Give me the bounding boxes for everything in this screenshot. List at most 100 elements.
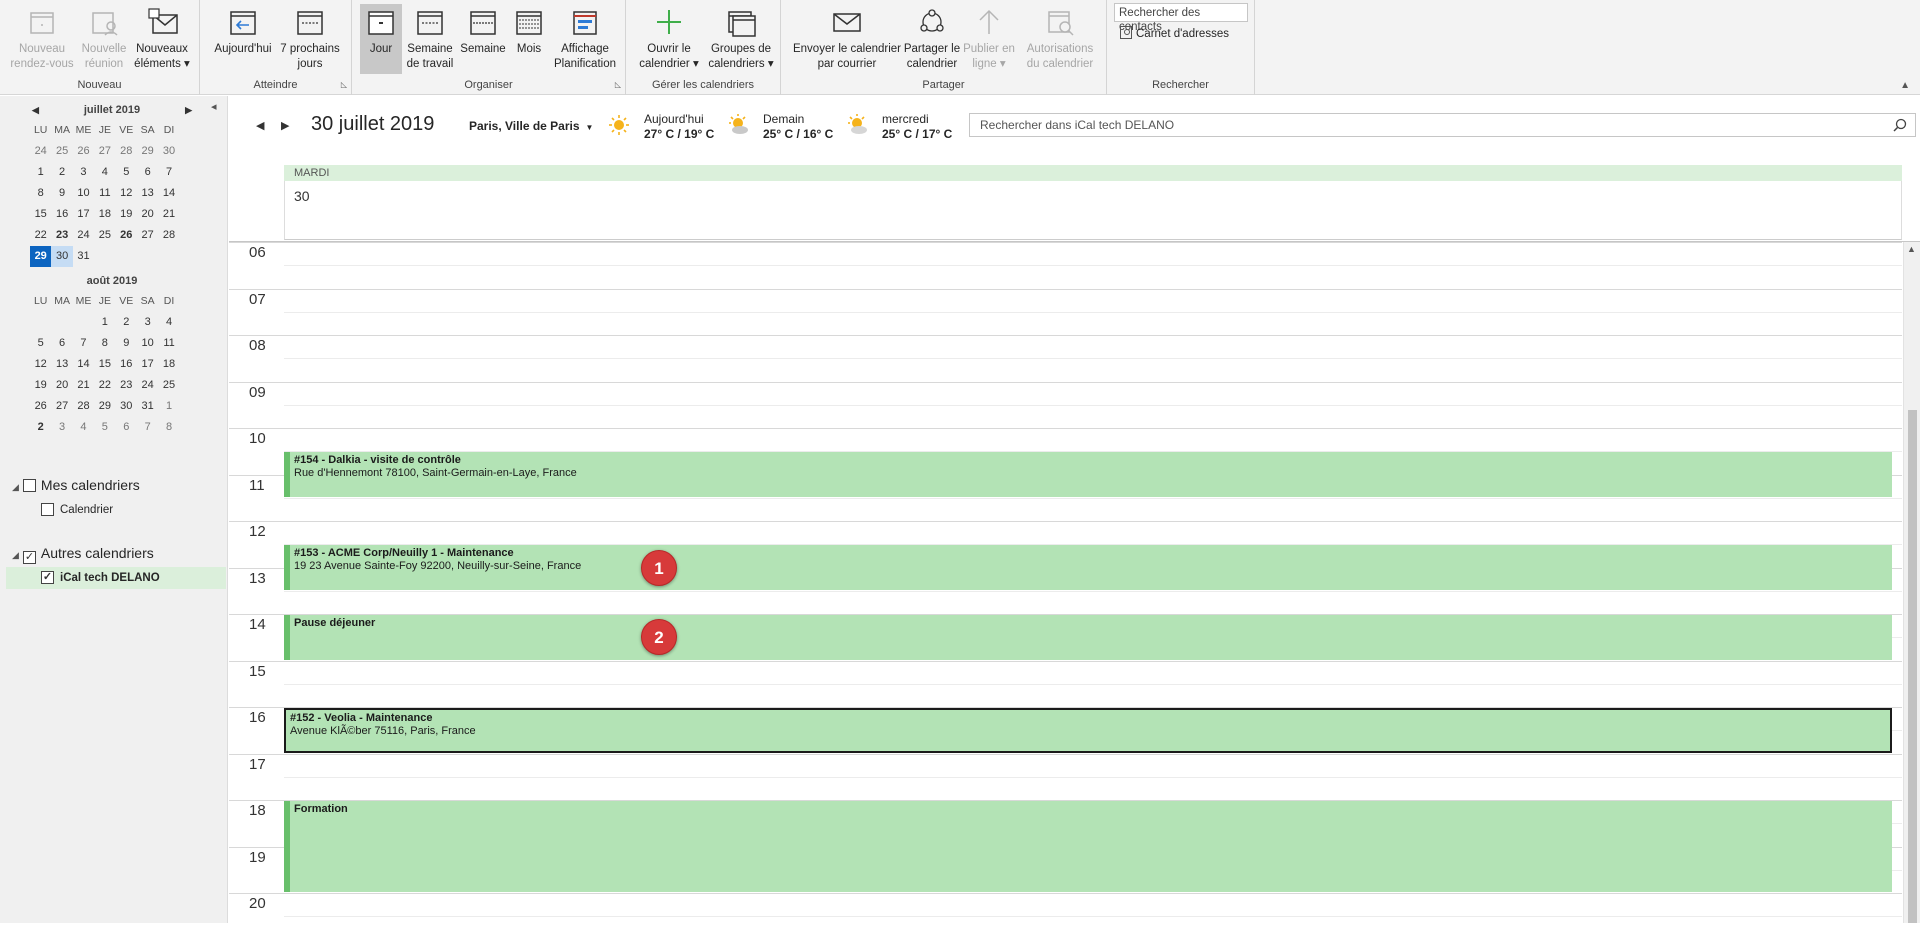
mini-calendar-day[interactable]: 8 xyxy=(30,183,51,204)
calendar-event[interactable]: #154 - Dalkia - visite de contrôle Rue d'… xyxy=(284,452,1892,497)
calendar-search-input[interactable]: Rechercher dans iCal tech DELANO xyxy=(969,113,1916,137)
mini-calendar-day[interactable]: 1 xyxy=(94,312,115,333)
group-launcher-icon[interactable]: ◺ xyxy=(615,80,621,89)
view-week-button[interactable]: Semaine xyxy=(458,4,508,74)
mini-calendar-day[interactable]: 20 xyxy=(51,375,72,396)
mini-calendar-day[interactable]: 27 xyxy=(137,225,158,246)
expand-triangle-icon[interactable]: ◢ xyxy=(12,550,19,560)
calendar-item-calendrier[interactable]: Calendrier xyxy=(6,499,226,521)
mini-calendar-day[interactable]: 23 xyxy=(51,225,72,246)
mini-calendar-day[interactable]: 22 xyxy=(94,375,115,396)
mini-calendar-day[interactable]: 27 xyxy=(51,396,72,417)
mini-calendar-day[interactable]: 11 xyxy=(94,183,115,204)
next-7-days-button[interactable]: 7 prochains jours xyxy=(276,4,344,74)
scroll-up-icon[interactable]: ▲ xyxy=(1907,244,1916,254)
mini-calendar-day[interactable]: 17 xyxy=(137,354,158,375)
mini-calendar-day[interactable]: 31 xyxy=(137,396,158,417)
mini-calendar-day[interactable]: 15 xyxy=(30,204,51,225)
mini-calendar-day[interactable]: 3 xyxy=(137,312,158,333)
mini-calendar-day[interactable]: 2 xyxy=(116,312,137,333)
mini-calendar-day[interactable]: 16 xyxy=(51,204,72,225)
mini-calendar-day[interactable]: 12 xyxy=(116,183,137,204)
mini-calendar-day[interactable]: 25 xyxy=(158,375,179,396)
mini-calendar-day[interactable]: 26 xyxy=(73,141,94,162)
mini-calendar-day[interactable]: 23 xyxy=(116,375,137,396)
next-day-icon[interactable]: ▶ xyxy=(281,119,289,132)
open-calendar-button[interactable]: Ouvrir le calendrier ▾ xyxy=(634,4,704,74)
search-icon[interactable] xyxy=(1893,118,1907,132)
mini-calendar-day[interactable]: 5 xyxy=(116,162,137,183)
other-calendars-section[interactable]: ◢ ✓ Autres calendriers xyxy=(12,545,154,564)
mini-calendar-day[interactable]: 18 xyxy=(158,354,179,375)
mini-calendar-day[interactable]: 21 xyxy=(158,204,179,225)
today-button[interactable]: Aujourd'hui xyxy=(210,4,276,74)
mini-calendar-day[interactable]: 7 xyxy=(73,333,94,354)
hour-row[interactable]: 09 xyxy=(229,381,1902,429)
hour-row[interactable]: 07 xyxy=(229,288,1902,336)
mini-calendar-day[interactable]: 28 xyxy=(116,141,137,162)
group-launcher-icon[interactable]: ◺ xyxy=(341,80,347,89)
mini-calendar-day[interactable]: 28 xyxy=(158,225,179,246)
mini-calendar-day[interactable]: 3 xyxy=(73,162,94,183)
mini-calendar-day[interactable]: 24 xyxy=(30,141,51,162)
mini-calendar-day[interactable]: 5 xyxy=(94,417,115,438)
mini-calendar-day[interactable]: 16 xyxy=(116,354,137,375)
mini-calendar-day[interactable]: 19 xyxy=(30,375,51,396)
new-items-button[interactable]: Nouveaux éléments ▾ xyxy=(132,4,192,74)
mini-calendar-day[interactable]: 2 xyxy=(30,417,51,438)
calendar-event[interactable]: Pause déjeuner xyxy=(284,615,1892,660)
mini-calendar-day[interactable]: 3 xyxy=(51,417,72,438)
view-work-week-button[interactable]: Semaine de travail xyxy=(402,4,458,74)
mini-calendar-day[interactable]: 9 xyxy=(116,333,137,354)
mini-calendar-day[interactable]: 9 xyxy=(51,183,72,204)
next-month-icon[interactable]: ▶ xyxy=(185,100,192,120)
mini-calendar-day[interactable]: 20 xyxy=(137,204,158,225)
prev-month-icon[interactable]: ◀ xyxy=(32,100,39,120)
mini-calendar-day[interactable]: 26 xyxy=(116,225,137,246)
checkbox-unchecked[interactable] xyxy=(22,479,36,492)
calendar-event[interactable]: Formation xyxy=(284,801,1892,892)
mini-calendar-day[interactable]: 24 xyxy=(73,225,94,246)
view-schedule-button[interactable]: Affichage Planification xyxy=(550,4,620,74)
mini-calendar-day[interactable]: 29 xyxy=(30,246,52,267)
checkbox-unchecked[interactable] xyxy=(41,503,54,516)
new-appointment-button[interactable]: Nouveau rendez-vous xyxy=(4,4,80,74)
mini-calendar-day[interactable]: 1 xyxy=(158,396,179,417)
my-calendars-section[interactable]: ◢ Mes calendriers xyxy=(12,477,140,493)
mini-calendar-day[interactable]: 22 xyxy=(30,225,51,246)
vertical-scrollbar[interactable]: ▲ xyxy=(1903,242,1920,923)
scroll-thumb[interactable] xyxy=(1908,410,1917,923)
mini-calendar-day[interactable]: 2 xyxy=(51,162,72,183)
calendar-event[interactable]: #152 - Veolia - Maintenance Avenue KlÃ©be… xyxy=(284,708,1892,753)
mini-calendar-day[interactable]: 15 xyxy=(94,354,115,375)
mini-calendar-day[interactable]: 29 xyxy=(94,396,115,417)
mini-calendar-day[interactable]: 10 xyxy=(73,183,94,204)
mini-calendar-day[interactable]: 12 xyxy=(30,354,51,375)
collapse-ribbon-icon[interactable]: ▲ xyxy=(1900,80,1910,91)
all-day-area[interactable]: 30 xyxy=(284,181,1902,240)
expand-triangle-icon[interactable]: ◢ xyxy=(12,482,19,492)
mini-calendar-day[interactable]: 4 xyxy=(94,162,115,183)
mini-calendar-day[interactable]: 7 xyxy=(158,162,179,183)
mini-calendar-day[interactable]: 6 xyxy=(51,333,72,354)
mini-calendar-day[interactable]: 25 xyxy=(51,141,72,162)
mini-calendar-day[interactable]: 6 xyxy=(116,417,137,438)
checkbox-checked-icon[interactable]: ✓ xyxy=(41,571,54,584)
mini-calendar-day[interactable]: 5 xyxy=(30,333,51,354)
hour-row[interactable]: 15 xyxy=(229,660,1902,708)
mini-calendar-day[interactable]: 14 xyxy=(158,183,179,204)
calendar-permissions-button[interactable]: Autorisations du calendrier xyxy=(1017,4,1103,74)
mini-calendar-day[interactable]: 31 xyxy=(73,246,94,267)
mini-calendar-day[interactable]: 30 xyxy=(158,141,179,162)
hour-row[interactable]: 17 xyxy=(229,753,1902,801)
calendar-groups-button[interactable]: Groupes de calendriers ▾ xyxy=(704,4,778,74)
calendar-item-ical-tech-delano[interactable]: ✓ iCal tech DELANO xyxy=(6,567,226,589)
mini-calendar-day[interactable]: 8 xyxy=(158,417,179,438)
mini-calendar-day[interactable]: 21 xyxy=(73,375,94,396)
mini-calendar-day[interactable]: 18 xyxy=(94,204,115,225)
mini-calendar-day[interactable]: 7 xyxy=(137,417,158,438)
mini-calendar-day[interactable]: 30 xyxy=(116,396,137,417)
hour-row[interactable]: 20 xyxy=(229,893,1902,940)
mini-calendar-day[interactable]: 13 xyxy=(51,354,72,375)
mini-calendar-day[interactable]: 19 xyxy=(116,204,137,225)
